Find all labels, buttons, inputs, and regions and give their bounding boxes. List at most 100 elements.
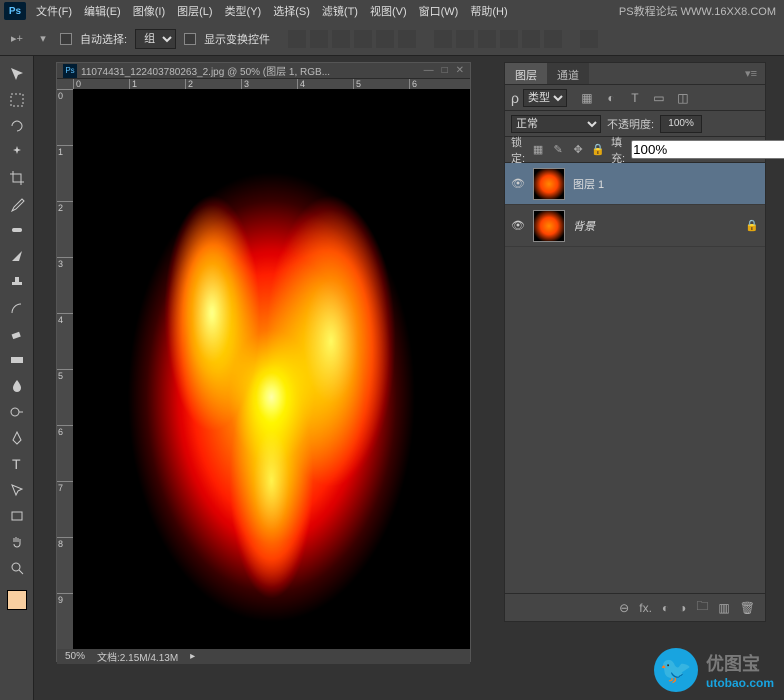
app-logo-icon: Ps (4, 2, 26, 20)
layer-row[interactable]: 👁 图层 1 (505, 163, 765, 205)
ruler-tick: 5 (57, 369, 73, 425)
link-layers-icon[interactable]: ⊖ (619, 601, 629, 615)
options-bar: ▸+ ▾ 自动选择: 组 显示变换控件 (0, 22, 784, 56)
opacity-input[interactable] (660, 115, 702, 133)
align-buttons (288, 30, 416, 48)
dist-right-icon[interactable] (544, 30, 562, 48)
filter-type-icon[interactable]: T (627, 90, 643, 106)
auto-select-checkbox[interactable] (60, 33, 72, 45)
filter-pixel-icon[interactable]: ▦ (579, 90, 595, 106)
ruler-tick: 6 (57, 425, 73, 481)
eraser-tool[interactable] (5, 322, 29, 346)
align-vcenter-icon[interactable] (310, 30, 328, 48)
tutorial-link: PS教程论坛 WWW.16XX8.COM (619, 3, 784, 19)
filter-shape-icon[interactable]: ▭ (651, 90, 667, 106)
marquee-tool[interactable] (5, 88, 29, 112)
lasso-tool[interactable] (5, 114, 29, 138)
show-transform-checkbox[interactable] (184, 33, 196, 45)
adjustment-layer-icon[interactable]: ◑ (679, 601, 686, 615)
align-top-icon[interactable] (288, 30, 306, 48)
delete-layer-icon[interactable]: 🗑 (740, 601, 755, 615)
gradient-tool[interactable] (5, 348, 29, 372)
color-swatch[interactable] (7, 590, 27, 610)
layer-name[interactable]: 图层 1 (573, 176, 604, 192)
blend-mode-select[interactable]: 正常 (511, 115, 601, 133)
menu-view[interactable]: 视图(V) (364, 3, 413, 19)
layer-name[interactable]: 背景 (573, 218, 595, 234)
dist-vcenter-icon[interactable] (456, 30, 474, 48)
filter-type-select[interactable]: 类型 (523, 89, 567, 107)
minimize-icon[interactable]: — (424, 65, 434, 76)
layer-group-icon[interactable]: 🗀 (696, 597, 708, 618)
dist-top-icon[interactable] (434, 30, 452, 48)
align-right-icon[interactable] (398, 30, 416, 48)
align-left-icon[interactable] (354, 30, 372, 48)
menu-help[interactable]: 帮助(H) (464, 3, 513, 19)
stamp-tool[interactable] (5, 270, 29, 294)
healing-tool[interactable] (5, 218, 29, 242)
layer-fx-icon[interactable]: fx. (639, 601, 652, 615)
menu-window[interactable]: 窗口(W) (413, 3, 465, 19)
preset-dropdown-icon[interactable]: ▾ (34, 30, 52, 48)
visibility-icon[interactable]: 👁 (511, 219, 525, 232)
lock-pixels-icon[interactable]: ✎ (551, 143, 565, 157)
zoom-level[interactable]: 50% (65, 651, 85, 662)
menu-edit[interactable]: 编辑(E) (78, 3, 127, 19)
align-hcenter-icon[interactable] (376, 30, 394, 48)
auto-select-label: 自动选择: (80, 31, 127, 47)
fill-input[interactable] (631, 140, 784, 159)
align-bottom-icon[interactable] (332, 30, 350, 48)
dist-hcenter-icon[interactable] (522, 30, 540, 48)
new-layer-icon[interactable]: ▥ (718, 601, 729, 615)
lock-all-icon[interactable]: 🔒 (591, 143, 605, 157)
menu-filter[interactable]: 滤镜(T) (316, 3, 364, 19)
ruler-vertical[interactable]: 0 1 2 3 4 5 6 7 8 9 (57, 89, 73, 649)
lock-position-icon[interactable]: ✥ (571, 143, 585, 157)
maximize-icon[interactable]: □ (442, 65, 448, 76)
menu-layer[interactable]: 图层(L) (171, 3, 218, 19)
ruler-horizontal[interactable]: 0 1 2 3 4 5 6 (57, 79, 470, 89)
status-arrow-icon[interactable]: ▸ (190, 651, 195, 662)
menu-image[interactable]: 图像(I) (127, 3, 171, 19)
fill-label: 填充: (611, 134, 625, 166)
eyedropper-tool[interactable] (5, 192, 29, 216)
distribute-buttons (434, 30, 562, 48)
3d-mode-icon[interactable] (580, 30, 598, 48)
tab-layers[interactable]: 图层 (505, 63, 547, 84)
path-select-tool[interactable] (5, 478, 29, 502)
visibility-icon[interactable]: 👁 (511, 177, 525, 190)
pen-tool[interactable] (5, 426, 29, 450)
menu-file[interactable]: 文件(F) (30, 3, 78, 19)
search-icon[interactable]: ρ (511, 90, 519, 106)
dodge-tool[interactable] (5, 400, 29, 424)
hand-tool[interactable] (5, 530, 29, 554)
history-brush-tool[interactable] (5, 296, 29, 320)
menu-select[interactable]: 选择(S) (267, 3, 316, 19)
layer-mask-icon[interactable]: ◐ (662, 601, 669, 615)
rectangle-tool[interactable] (5, 504, 29, 528)
layer-thumbnail[interactable] (533, 210, 565, 242)
filter-smart-icon[interactable]: ◫ (675, 90, 691, 106)
document-tab[interactable]: Ps 11074431_122403780263_2.jpg @ 50% (图层… (57, 63, 470, 79)
brush-tool[interactable] (5, 244, 29, 268)
zoom-tool[interactable] (5, 556, 29, 580)
wand-tool[interactable] (5, 140, 29, 164)
type-tool[interactable]: T (5, 452, 29, 476)
auto-select-target[interactable]: 组 (135, 29, 176, 49)
doc-icon: Ps (63, 64, 77, 78)
move-tool[interactable] (5, 62, 29, 86)
dist-left-icon[interactable] (500, 30, 518, 48)
crop-tool[interactable] (5, 166, 29, 190)
blur-tool[interactable] (5, 374, 29, 398)
ruler-tick: 8 (57, 537, 73, 593)
filter-adjust-icon[interactable]: ◐ (603, 90, 619, 106)
panel-menu-icon[interactable]: ▾≡ (737, 63, 765, 84)
layer-row[interactable]: 👁 背景 🔒 (505, 205, 765, 247)
tab-channels[interactable]: 通道 (547, 63, 589, 84)
dist-bottom-icon[interactable] (478, 30, 496, 48)
menu-type[interactable]: 类型(Y) (219, 3, 268, 19)
lock-transparent-icon[interactable]: ▦ (531, 143, 545, 157)
layer-thumbnail[interactable] (533, 168, 565, 200)
canvas[interactable] (73, 89, 470, 649)
close-icon[interactable]: ✕ (456, 65, 464, 76)
